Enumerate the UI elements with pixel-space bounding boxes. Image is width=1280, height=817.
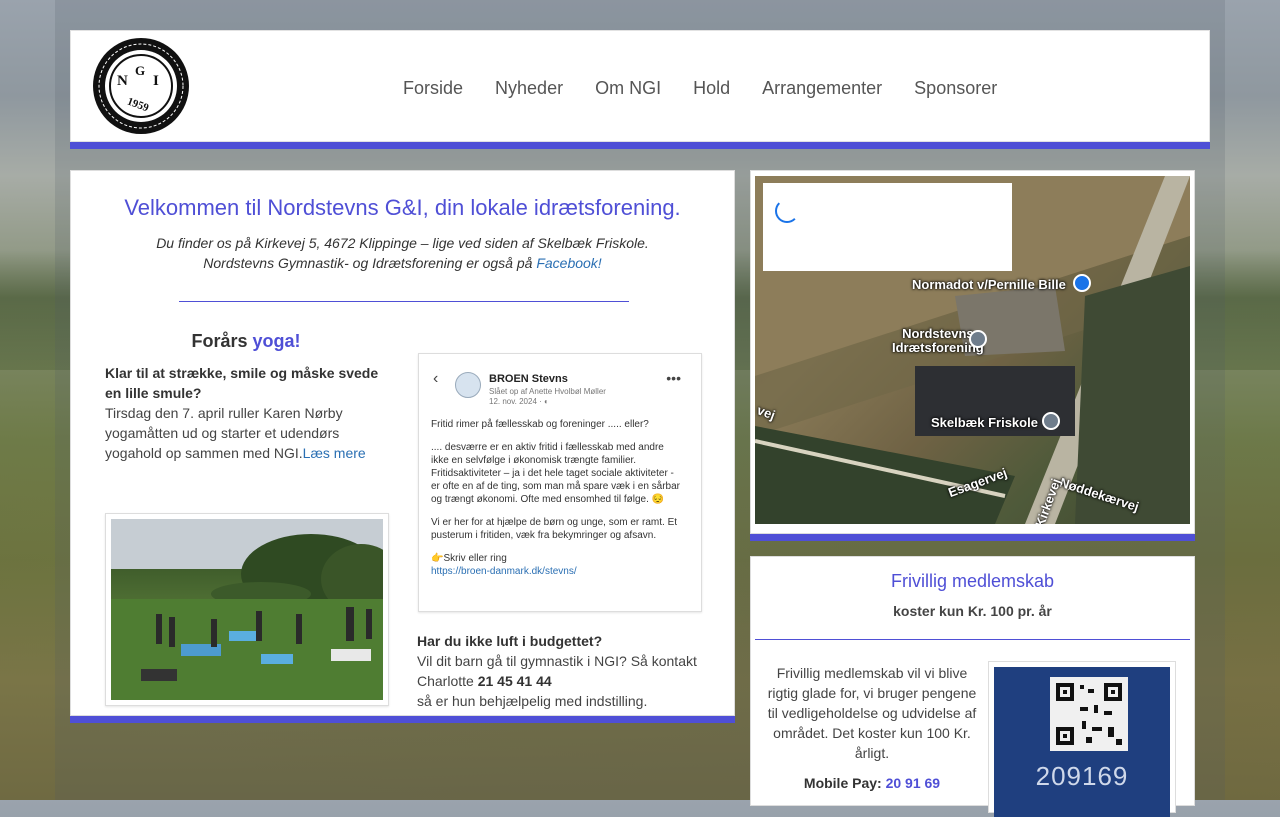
- globe-icon: ◐: [544, 397, 549, 406]
- yoga-photo-card: [105, 513, 389, 706]
- nav-forside[interactable]: Forside: [387, 77, 479, 99]
- back-arrow-icon: ‹: [433, 370, 439, 387]
- read-more-link[interactable]: Læs mere: [303, 445, 366, 461]
- map-pin-icon[interactable]: [1073, 274, 1091, 292]
- membership-title: Frivillig medlemskab: [890, 571, 1055, 591]
- membership-card: Frivillig medlemskab koster kun Kr. 100 …: [750, 556, 1195, 817]
- facebook-post-p2: .... desværre er en aktiv fritid i fælle…: [431, 442, 681, 505]
- intro-facebook-line: Nordstevns Gymnastik- og Idrætsforening …: [71, 253, 734, 273]
- welcome-accent-bar: [70, 716, 735, 723]
- budget-section: Har du ikke luft i budgettet? Vil dit ba…: [417, 631, 717, 711]
- map-label-normadot: Normadot v/Pernille Bille: [912, 277, 1066, 292]
- main-nav: Forside Nyheder Om NGI Hold Arrangemente…: [387, 77, 1013, 99]
- facebook-post-p4: 👉Skriv eller ring: [431, 553, 507, 564]
- welcome-heading: Velkommen til Nordstevns G&I, din lokale…: [124, 195, 681, 220]
- map-card: Normadot v/Pernille Bille Nordstevns Idræ…: [750, 170, 1195, 534]
- membership-price: koster kun Kr. 100 pr. år: [893, 603, 1052, 619]
- satellite-map[interactable]: Normadot v/Pernille Bille Nordstevns Idræ…: [755, 176, 1190, 524]
- mobilepay-line: Mobile Pay: 20 91 69: [767, 773, 977, 793]
- school-pin-icon[interactable]: [1042, 412, 1060, 430]
- yoga-bold-intro: Klar til at strække, smile og måske sved…: [105, 365, 379, 401]
- header-accent-bar: [70, 142, 1210, 149]
- intro-text: Du finder os på Kirkevej 5, 4672 Klippin…: [71, 233, 734, 273]
- map-loading-panel: [763, 183, 1012, 271]
- qr-number: 209169: [1035, 761, 1129, 791]
- facebook-post-author: BROEN Stevns: [489, 373, 568, 385]
- facebook-post-meta: Slået op af Anette Hvolbøl Møller 12. nov…: [489, 387, 606, 407]
- site-header: N G I 1959 Forside Nyheder Om NGI Hold A…: [70, 30, 1210, 142]
- facebook-link[interactable]: Facebook!: [536, 255, 601, 271]
- membership-divider: [755, 639, 1190, 640]
- yoga-heading-link[interactable]: yoga!: [253, 331, 301, 351]
- mobilepay-label: Mobile Pay:: [803, 775, 886, 791]
- facebook-post-header: ‹ BROEN Stevns Slået op af Anette Hvolbø…: [425, 368, 695, 407]
- map-label-skelbaek: Skelbæk Friskole: [931, 415, 1038, 430]
- facebook-post-p3: Vi er her for at hjælpe de børn og unge,…: [431, 517, 678, 541]
- svg-text:N: N: [117, 73, 128, 89]
- map-accent-bar: [750, 534, 1195, 541]
- nav-nyheder[interactable]: Nyheder: [479, 77, 579, 99]
- membership-body: Frivillig medlemskab vil vi blive rigtig…: [767, 665, 977, 761]
- budget-end: så er hun behjælpelig med indstilling.: [417, 693, 648, 709]
- qr-code-icon: [1050, 677, 1128, 751]
- budget-text: Vil dit barn gå til gymnastik i NGI? Så …: [417, 653, 697, 689]
- divider: [179, 301, 629, 302]
- intro-facebook-text: Nordstevns Gymnastik- og Idrætsforening …: [203, 255, 537, 271]
- nav-hold[interactable]: Hold: [677, 77, 746, 99]
- map-pin-icon[interactable]: [969, 330, 987, 348]
- nav-sponsorer[interactable]: Sponsorer: [898, 77, 1013, 99]
- mobilepay-number[interactable]: 20 91 69: [886, 775, 941, 791]
- facebook-post-p1: Fritid rimer på fællesskab og foreninger…: [431, 419, 649, 430]
- mobilepay-qr-card: 209169: [988, 661, 1176, 817]
- membership-description: Frivillig medlemskab vil vi blive rigtig…: [767, 663, 977, 793]
- broen-avatar: [455, 372, 481, 398]
- facebook-post: ‹ BROEN Stevns Slået op af Anette Hvolbø…: [425, 360, 695, 605]
- yoga-heading: Forårs yoga!: [151, 331, 341, 352]
- mobilepay-qr-image[interactable]: 209169: [994, 667, 1170, 817]
- facebook-post-posted-by: Slået op af Anette Hvolbøl Møller: [489, 387, 606, 396]
- nav-arrangementer[interactable]: Arrangementer: [746, 77, 898, 99]
- intro-address: Du finder os på Kirkevej 5, 4672 Klippin…: [156, 235, 649, 251]
- facebook-post-card[interactable]: ‹ BROEN Stevns Slået op af Anette Hvolbø…: [418, 353, 702, 612]
- svg-text:G: G: [135, 63, 145, 78]
- nav-om-ngi[interactable]: Om NGI: [579, 77, 677, 99]
- facebook-post-body: Fritid rimer på fællesskab og foreninger…: [431, 418, 683, 578]
- yoga-heading-prefix: Forårs: [191, 331, 253, 351]
- map-label-line1: Nordstevns: [902, 326, 974, 341]
- welcome-card: Velkommen til Nordstevns G&I, din lokale…: [70, 170, 735, 716]
- yoga-description: Klar til at strække, smile og måske sved…: [105, 363, 395, 463]
- ngi-logo[interactable]: N G I 1959: [91, 35, 191, 137]
- facebook-post-date: 12. nov. 2024 ·: [489, 397, 544, 406]
- yoga-photo-illustration: [111, 519, 383, 700]
- svg-text:I: I: [153, 73, 159, 89]
- facebook-post-link: https://broen-danmark.dk/stevns/: [431, 566, 577, 577]
- yoga-photo[interactable]: [111, 519, 383, 700]
- budget-heading: Har du ikke luft i budgettet?: [417, 633, 603, 649]
- more-options-icon: •••: [666, 370, 681, 386]
- budget-phone: 21 45 41 44: [477, 673, 552, 689]
- loading-spinner-icon: [775, 199, 799, 223]
